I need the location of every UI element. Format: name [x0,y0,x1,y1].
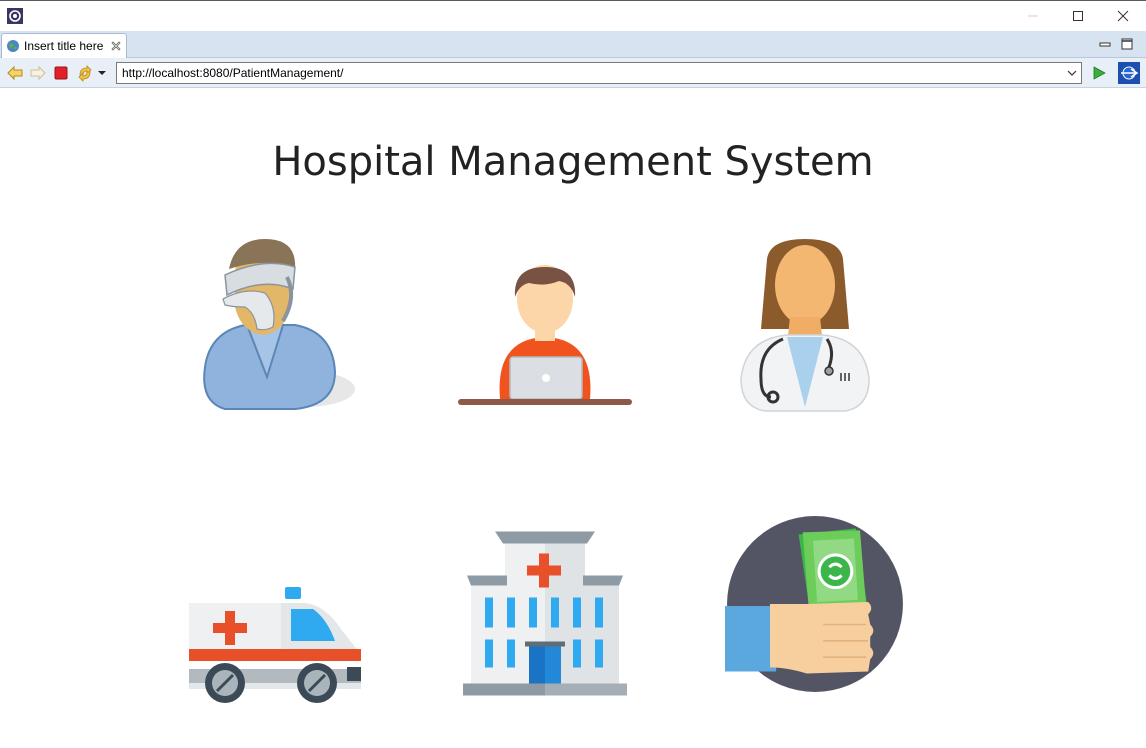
close-window-button[interactable] [1100,1,1146,31]
tab-title: Insert title here [24,39,104,53]
page-title: Hospital Management System [272,139,874,185]
refresh-icon[interactable] [76,64,94,82]
stop-icon[interactable] [52,64,70,82]
url-history-chevron-icon[interactable] [1067,68,1077,78]
doctor-icon[interactable] [715,239,895,419]
maximize-view-icon[interactable] [1120,37,1134,51]
forward-icon[interactable] [29,64,47,82]
page-content: Hospital Management System [0,89,1146,748]
globe-icon [7,40,19,52]
receptionist-icon[interactable] [455,249,635,429]
tab-close-icon[interactable] [111,41,121,51]
go-icon[interactable] [1090,64,1108,82]
ambulance-icon[interactable] [185,554,365,734]
close-icon [1117,10,1129,22]
url-input[interactable]: http://localhost:8080/PatientManagement/ [116,62,1082,84]
patient-icon[interactable] [185,237,365,417]
hospital-building-icon[interactable] [455,524,635,704]
minimize-window-button[interactable] [1010,1,1056,31]
window-titlebar [0,0,1146,31]
eclipse-browser-icon[interactable] [1118,62,1140,84]
url-text: http://localhost:8080/PatientManagement/ [122,66,344,80]
editor-tab-strip: Insert title here [0,31,1146,58]
dropdown-arrow-icon[interactable] [96,64,108,82]
maximize-icon [1073,11,1083,21]
back-icon[interactable] [6,64,24,82]
minimize-icon [1028,15,1038,17]
payment-icon[interactable] [725,514,905,694]
maximize-window-button[interactable] [1055,1,1101,31]
app-icon [7,8,23,24]
tab-browser[interactable]: Insert title here [1,33,127,58]
minimize-view-icon[interactable] [1098,37,1112,51]
